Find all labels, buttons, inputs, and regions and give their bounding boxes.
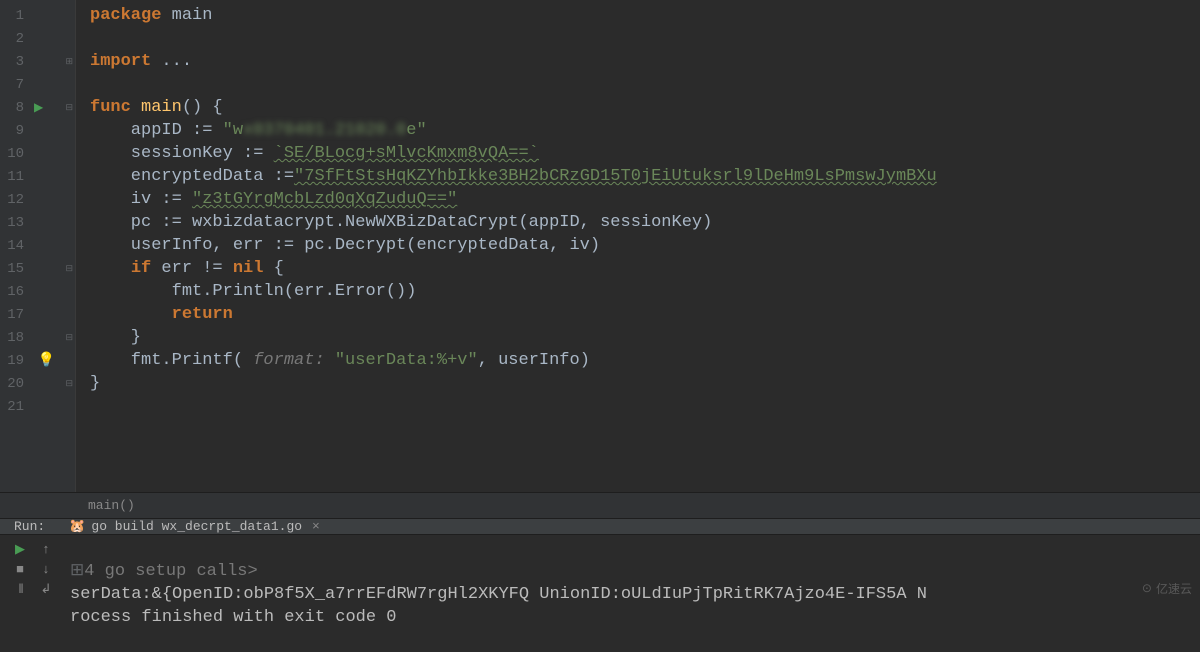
rerun-icon[interactable]: ▶ [12, 541, 28, 557]
gutter-row[interactable]: 16 [0, 280, 75, 303]
run-tab[interactable]: 🐹 go build wx_decrpt_data1.go × [59, 519, 330, 534]
intention-bulb-icon[interactable]: 💡 [38, 352, 55, 369]
code-line: userInfo, err := pc.Decrypt(encryptedDat… [90, 234, 1200, 257]
gutter-row[interactable]: 21 [0, 395, 75, 418]
fold-plus-icon[interactable]: ⊞ [65, 57, 73, 67]
code-line: } [90, 372, 1200, 395]
line-number: 21 [0, 399, 28, 415]
breadcrumb-item[interactable]: main() [88, 498, 135, 513]
run-label: Run: [0, 519, 59, 534]
code-line: package main [90, 4, 1200, 27]
code-line: import ... [90, 50, 1200, 73]
line-number: 20 [0, 376, 28, 392]
gutter-row[interactable]: 18 ⊟ [0, 326, 75, 349]
gutter-row[interactable]: 1 [0, 4, 75, 27]
gutter-row[interactable]: 12 [0, 188, 75, 211]
gutter-row[interactable]: 15 ⊟ [0, 257, 75, 280]
gutter-row[interactable]: 11 [0, 165, 75, 188]
gutter-row[interactable]: 7 [0, 73, 75, 96]
gutter-row[interactable]: 20 ⊟ [0, 372, 75, 395]
line-number: 18 [0, 330, 28, 346]
go-icon: 🐹 [69, 519, 85, 534]
pause-icon[interactable]: ǁ [12, 581, 28, 597]
code-area[interactable]: package main import ... func main() { ap… [76, 0, 1200, 492]
line-number: 16 [0, 284, 28, 300]
run-gutter-icon[interactable]: ▶ [34, 100, 43, 115]
fold-minus-icon[interactable]: ⊟ [65, 333, 73, 343]
gutter-row[interactable]: 13 [0, 211, 75, 234]
code-line: fmt.Printf( format: "userData:%+v", user… [90, 349, 1200, 372]
line-number: 2 [0, 31, 28, 47]
close-icon[interactable]: × [312, 519, 320, 534]
fold-minus-icon[interactable]: ⊟ [65, 264, 73, 274]
watermark-text: 亿速云 [1156, 580, 1192, 597]
gutter-row[interactable]: 8 ▶ ⊟ [0, 96, 75, 119]
fold-minus-icon[interactable]: ⊟ [65, 103, 73, 113]
code-line: func main() { [90, 96, 1200, 119]
gutter-row[interactable]: 3⊞ [0, 50, 75, 73]
line-number: 9 [0, 123, 28, 139]
run-header: Run: 🐹 go build wx_decrpt_data1.go × [0, 519, 1200, 535]
run-body: ▶ ↑ ■ ↓ ǁ ↲ ⊞4 go setup calls> serData:&… [0, 535, 1200, 652]
line-number: 7 [0, 77, 28, 93]
code-line: iv := "z3tGYrgMcbLzd0qXqZuduQ==" [90, 188, 1200, 211]
wrap-icon[interactable]: ↲ [38, 581, 54, 597]
editor-area: 1 2 3⊞ 7 8▶⊟ 9 10 11 12 13 14 15⊟ 16 17 … [0, 0, 1200, 492]
code-line: sessionKey := `SE/BLocg+sMlvcKmxm8vQA==` [90, 142, 1200, 165]
code-line: return [90, 303, 1200, 326]
code-line: appID := "wx0370401.21020.0e" [90, 119, 1200, 142]
code-line [90, 27, 1200, 50]
gutter-row[interactable]: 9 [0, 119, 75, 142]
code-line: pc := wxbizdatacrypt.NewWXBizDataCrypt(a… [90, 211, 1200, 234]
code-line [90, 395, 1200, 418]
code-line: if err != nil { [90, 257, 1200, 280]
run-tab-title: go build wx_decrpt_data1.go [91, 519, 302, 534]
up-arrow-icon[interactable]: ↑ [38, 541, 54, 557]
code-line: encryptedData :="7SfFtStsHqKZYhbIkke3BH2… [90, 165, 1200, 188]
gutter-row[interactable]: 19 💡 [0, 349, 75, 372]
line-number: 10 [0, 146, 28, 162]
code-line [90, 73, 1200, 96]
line-number: 12 [0, 192, 28, 208]
breadcrumb-bar[interactable]: main() [0, 492, 1200, 518]
line-number: 11 [0, 169, 28, 185]
line-number: 19 [0, 353, 28, 369]
line-number: 1 [0, 8, 28, 24]
run-toolbar: ▶ ↑ ■ ↓ ǁ ↲ [0, 535, 70, 652]
fold-minus-icon[interactable]: ⊟ [65, 379, 73, 389]
line-number: 8 [0, 100, 28, 116]
watermark-icon: ⊙ [1142, 581, 1152, 596]
fold-plus-icon[interactable]: ⊞ [70, 562, 84, 581]
gutter-row[interactable]: 17 [0, 303, 75, 326]
stop-icon[interactable]: ■ [12, 561, 28, 577]
gutter: 1 2 3⊞ 7 8▶⊟ 9 10 11 12 13 14 15⊟ 16 17 … [0, 0, 76, 492]
line-number: 15 [0, 261, 28, 277]
gutter-row[interactable]: 2 [0, 27, 75, 50]
run-output[interactable]: ⊞4 go setup calls> serData:&{OpenID:obP8… [70, 535, 1200, 652]
line-number: 3 [0, 54, 28, 70]
gutter-row[interactable]: 14 [0, 234, 75, 257]
down-arrow-icon[interactable]: ↓ [38, 561, 54, 577]
code-line: } [90, 326, 1200, 349]
watermark: ⊙ 亿速云 [1142, 580, 1192, 597]
code-line: fmt.Println(err.Error()) [90, 280, 1200, 303]
line-number: 17 [0, 307, 28, 323]
line-number: 14 [0, 238, 28, 254]
line-number: 13 [0, 215, 28, 231]
run-tool-window: Run: 🐹 go build wx_decrpt_data1.go × ▶ ↑… [0, 518, 1200, 633]
gutter-row[interactable]: 10 [0, 142, 75, 165]
